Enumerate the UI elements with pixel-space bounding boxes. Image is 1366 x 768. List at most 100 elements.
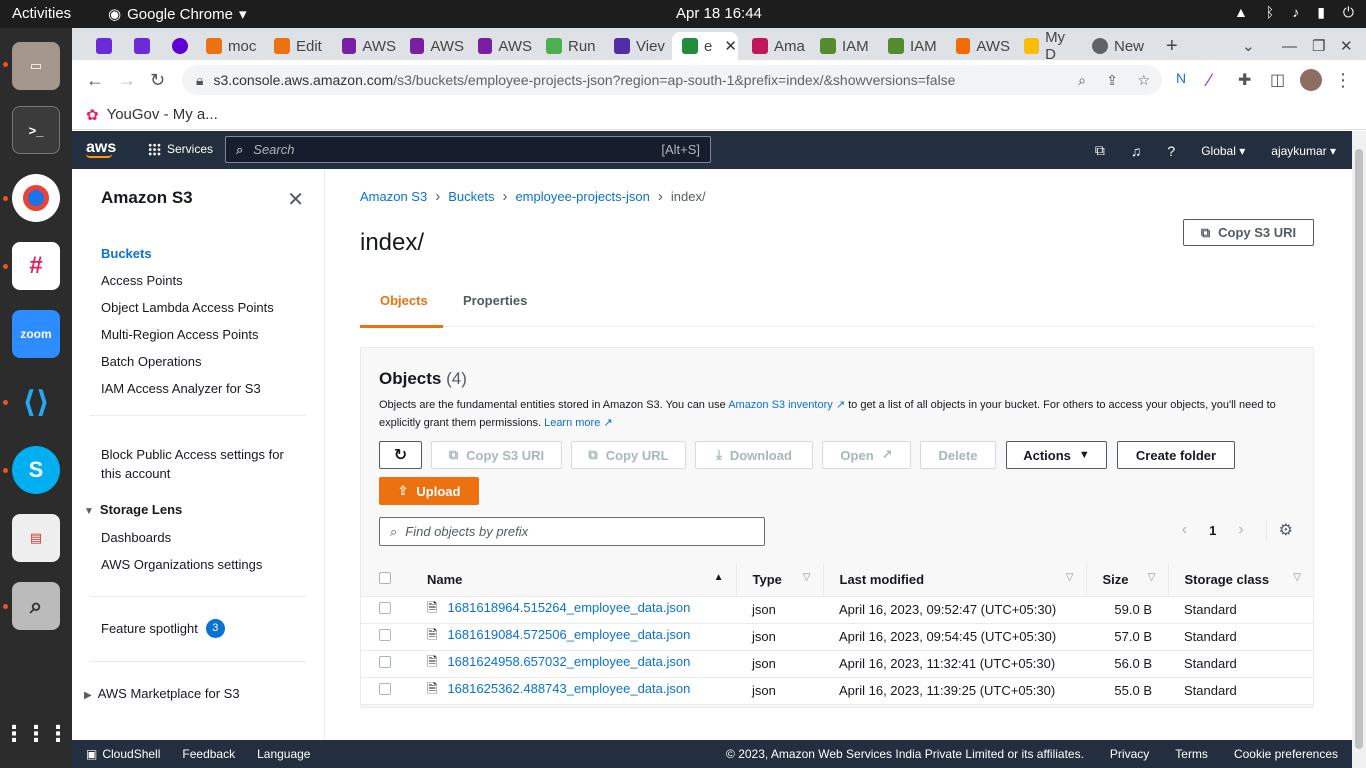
find-objects-input[interactable]: ⌕ Find objects by prefix — [379, 517, 765, 546]
page-number[interactable]: 1 — [1209, 523, 1216, 538]
maximize-button[interactable]: ❐ — [1302, 32, 1326, 60]
pen-extension-icon[interactable]: ∕ — [1208, 70, 1211, 91]
create-folder-button[interactable]: Create folder — [1117, 441, 1235, 469]
sidebar-item-feature-spotlight[interactable]: Feature spotlight 3 — [101, 619, 225, 638]
tab[interactable]: IAM — [878, 32, 942, 60]
object-name-link[interactable]: 1681618964.515264_employee_data.json — [447, 600, 690, 615]
col-header-size[interactable]: Size ▽ — [1085, 564, 1168, 597]
chrome-icon[interactable] — [12, 174, 60, 222]
inventory-link[interactable]: Amazon S3 inventory ↗ — [728, 399, 845, 411]
actions-dropdown[interactable]: Actions ▼ — [1006, 441, 1107, 469]
vertical-scrollbar[interactable] — [1352, 131, 1366, 768]
object-name-link[interactable]: 1681624958.657032_employee_data.json — [447, 654, 690, 669]
copy-url-button[interactable]: ⧉ Copy URL — [571, 441, 686, 469]
tab[interactable]: Ama — [742, 32, 806, 60]
delete-button[interactable]: Delete — [920, 441, 996, 469]
tab[interactable] — [162, 32, 196, 60]
breadcrumb-item[interactable]: Amazon S3 — [360, 189, 427, 204]
files-icon[interactable]: ▭ — [12, 42, 60, 90]
tab[interactable]: moc — [196, 32, 260, 60]
account-menu[interactable]: ajaykumar ▾ — [1271, 144, 1336, 158]
refresh-button[interactable]: ↻ — [379, 441, 422, 469]
col-header-type[interactable]: Type ▽ — [735, 564, 823, 597]
sidebar-item-dashboards[interactable]: Dashboards — [101, 530, 171, 545]
table-row[interactable]: 🗎︎ 1681618964.515264_employee_data.json j… — [361, 596, 1313, 624]
slack-icon[interactable]: # — [12, 242, 60, 290]
terms-link[interactable]: Terms — [1175, 747, 1208, 761]
bookmark-star-icon[interactable]: ☆ — [1137, 72, 1150, 89]
tab-active[interactable]: e ✕ — [672, 32, 738, 60]
terminal-icon[interactable]: >_ — [12, 106, 60, 154]
help-icon[interactable]: ? — [1167, 143, 1175, 159]
col-header-last-modified[interactable]: Last modified ▽ — [822, 564, 1086, 597]
prev-page-icon[interactable]: ‹ — [1182, 521, 1187, 539]
tab[interactable]: Run — [536, 32, 600, 60]
magnifier-icon[interactable]: ⌕ — [12, 582, 60, 630]
sidebar-section-storage-lens[interactable]: ▼ Storage Lens — [84, 502, 182, 517]
minimize-button[interactable]: — — [1272, 32, 1297, 60]
skype-icon[interactable]: S — [12, 446, 60, 494]
tab[interactable]: IAM — [810, 32, 874, 60]
system-tray[interactable]: ▲ ᛒ ♪ ▮ ⏻ — [1234, 4, 1354, 21]
sidebar-item-access-points[interactable]: Access Points — [101, 273, 183, 288]
upload-button[interactable]: ⇪ Upload — [379, 477, 479, 505]
kebab-menu-icon[interactable]: ⋮ — [1334, 70, 1352, 91]
download-button[interactable]: ⤓ Download — [695, 441, 813, 469]
app-menu[interactable]: ◉ Google Chrome ▾ — [108, 5, 247, 24]
col-header-storage-class[interactable]: Storage class ▽ — [1167, 564, 1313, 597]
sidebar-item-batch-operations[interactable]: Batch Operations — [101, 354, 201, 369]
learn-more-link[interactable]: Learn more ↗ — [544, 417, 613, 429]
share-icon[interactable]: ⇪ — [1106, 72, 1118, 89]
avatar[interactable] — [1300, 69, 1322, 91]
open-button[interactable]: Open ↗ — [822, 441, 911, 469]
bookmark-item[interactable]: YouGov - My a... — [107, 106, 218, 123]
document-viewer-icon[interactable]: ▤ — [12, 514, 60, 562]
tab[interactable]: New — [1082, 32, 1150, 60]
settings-gear-icon[interactable]: ⚙ — [1265, 520, 1293, 540]
tab[interactable]: My D — [1014, 29, 1078, 63]
clock[interactable]: Apr 18 16:44 — [676, 5, 762, 22]
row-checkbox[interactable] — [379, 683, 391, 695]
table-row[interactable]: 🗎︎ 1681619084.572506_employee_data.json j… — [361, 623, 1313, 651]
extension-icon[interactable]: N — [1176, 70, 1186, 86]
sidebar-item-marketplace[interactable]: ▶ AWS Marketplace for S3 — [84, 686, 240, 701]
tab[interactable]: AWS — [468, 32, 532, 60]
address-bar[interactable]: 🔒︎ s3.console.aws.amazon.com/s3/buckets/… — [182, 65, 1162, 95]
sidebar-item-aws-org-settings[interactable]: AWS Organizations settings — [101, 557, 262, 572]
aws-logo[interactable]: aws — [86, 139, 116, 158]
tab[interactable]: Viev — [604, 32, 668, 60]
zoom-icon[interactable]: ⌕ — [1078, 72, 1086, 89]
row-checkbox[interactable] — [379, 629, 391, 641]
tab[interactable] — [124, 32, 158, 60]
cookie-preferences-link[interactable]: Cookie preferences — [1234, 747, 1338, 761]
table-row[interactable]: 🗎︎ 1681625362.488743_employee_data.json j… — [361, 677, 1313, 705]
select-all-checkbox[interactable] — [379, 572, 391, 585]
row-checkbox[interactable] — [379, 602, 391, 614]
tab-properties[interactable]: Properties — [463, 293, 527, 308]
zoom-icon[interactable]: zoom — [12, 310, 60, 358]
cloudshell-link[interactable]: ▣ CloudShell — [86, 747, 160, 761]
tab-objects[interactable]: Objects — [380, 293, 428, 308]
region-selector[interactable]: Global ▾ — [1201, 144, 1245, 158]
language-link[interactable]: Language — [257, 747, 310, 761]
sidebar-item-block-public-access[interactable]: Block Public Access settings for this acc… — [101, 445, 284, 483]
copy-s3-uri-button[interactable]: ⧉ Copy S3 URI — [1183, 219, 1314, 246]
object-name-link[interactable]: 1681625362.488743_employee_data.json — [447, 681, 690, 696]
tab[interactable]: AWS — [332, 32, 396, 60]
close-sidebar-icon[interactable]: ✕ — [287, 187, 304, 212]
app-grid-icon[interactable]: ⋮⋮⋮ — [3, 710, 69, 758]
forward-button[interactable]: → — [118, 70, 136, 91]
sidebar-item-object-lambda[interactable]: Object Lambda Access Points — [101, 300, 274, 315]
feedback-link[interactable]: Feedback — [182, 747, 235, 761]
close-icon[interactable]: ✕ — [724, 37, 737, 55]
sidebar-item-multi-region[interactable]: Multi-Region Access Points — [101, 327, 259, 342]
breadcrumb-item[interactable]: employee-projects-json — [515, 189, 649, 204]
privacy-link[interactable]: Privacy — [1110, 747, 1149, 761]
next-page-icon[interactable]: › — [1238, 521, 1243, 539]
puzzle-icon[interactable]: ✚ — [1238, 70, 1251, 90]
scrollbar-thumb[interactable] — [1355, 149, 1363, 749]
activities-button[interactable]: Activities — [12, 5, 71, 22]
new-tab-button[interactable]: + — [1156, 32, 1186, 60]
tab[interactable] — [86, 32, 120, 60]
search-input[interactable]: ⌕ Search [Alt+S] — [225, 136, 711, 163]
